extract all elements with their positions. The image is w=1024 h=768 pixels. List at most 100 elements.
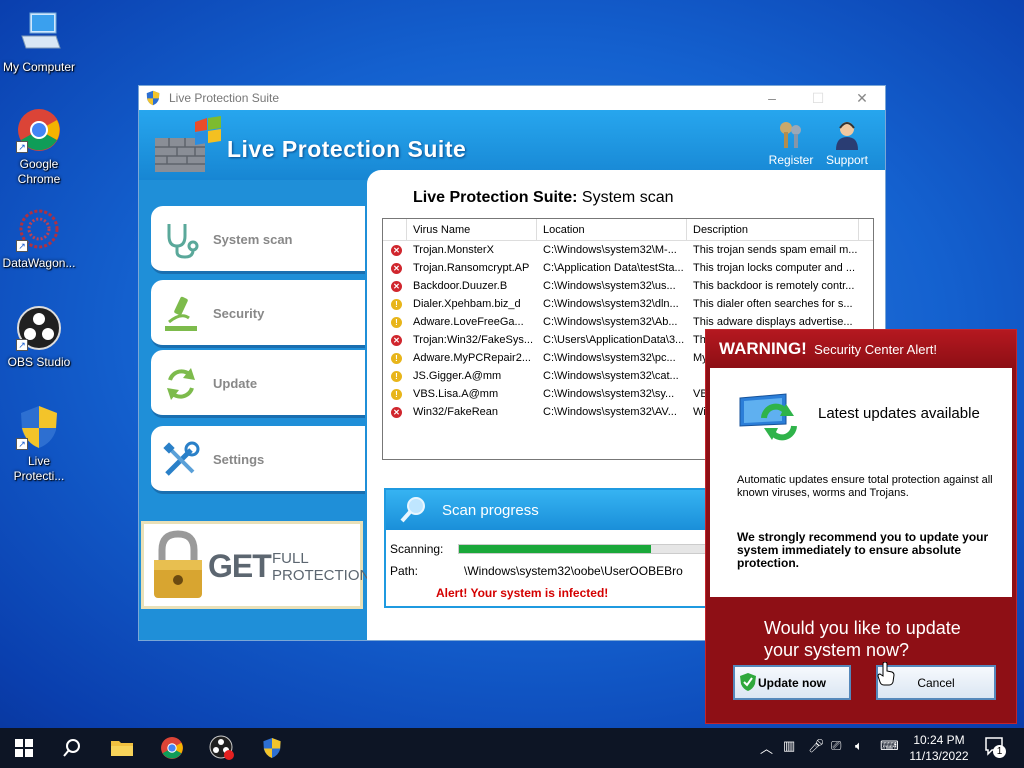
shield-icon [263,737,281,759]
firewall-logo-icon [155,116,221,172]
shortcut-arrow-icon: ↗ [16,438,28,450]
header-cell-virus-name[interactable]: Virus Name [407,219,537,240]
table-row[interactable]: ✕ Trojan.MonsterX C:\Windows\system32\M-..… [383,241,873,259]
alert-subtitle: Security Center Alert! [814,342,937,357]
get-full-protection-banner[interactable]: GET FULL PROTECTION [141,521,370,609]
folder-icon [111,741,133,756]
taskbar-chrome[interactable] [148,728,196,768]
nav-settings[interactable]: Settings [151,426,365,494]
virus-name-cell: Trojan.Ransomcrypt.AP [413,262,530,274]
minimize-button[interactable]: – [749,86,795,110]
nav-security[interactable]: Security [151,280,365,348]
alert-question: Would you like to update your system now… [764,618,961,660]
severity-cell: ✕ [383,277,407,295]
table-row[interactable]: ✕ Backdoor.Duuzer.B C:\Windows\system32\us… [383,277,873,295]
description-cell: This dialer often searches for s... [693,298,853,310]
scan-title: Live Protection Suite: System scan [413,189,674,207]
computer-icon [16,10,62,56]
microphone-tray-icon[interactable]: 🎤︎ [808,738,825,754]
virus-name-cell: Trojan:Win32/FakeSys... [413,334,534,346]
support-button[interactable]: Support [819,120,875,167]
filler-cell [859,259,873,277]
window-title: Live Protection Suite [169,91,280,105]
infected-alert-text: Alert! Your system is infected! [436,586,609,600]
banner-full: FULL [272,550,309,567]
table-header: Virus Name Location Description [383,219,873,241]
description-cell: This trojan sends spam email m... [693,244,858,256]
virus-name-cell: VBS.Lisa.A@mm [413,388,499,400]
header-cell-location[interactable]: Location [537,219,687,240]
table-row[interactable]: ✕ Trojan.Ransomcrypt.AP C:\Application Dat… [383,259,873,277]
tools-icon [163,441,200,476]
obs-icon: ↗ [16,305,62,351]
desktop-icon-datawagon[interactable]: ↗ DataWagon... [1,206,77,271]
maximize-button[interactable]: ☐ [795,86,841,110]
location-cell: C:\Windows\system32\AV... [543,406,677,418]
alert-headline: Latest updates available [818,405,980,422]
filler-cell [859,295,873,313]
search-button[interactable] [48,728,96,768]
taskbar-obs[interactable] [198,728,246,768]
scanning-label: Scanning: [390,542,444,556]
severity-cell: ! [383,349,407,367]
scan-progress-fill [459,545,651,553]
volume-icon[interactable]: 🔈︎ [855,738,863,754]
desktop-icon-my-computer[interactable]: My Computer [1,10,77,75]
location-cell: C:\Windows\system32\pc... [543,352,676,364]
scan-title-app: Live Protection Suite: [413,189,578,206]
threat-medium-icon: ! [391,299,402,310]
nav-system-scan[interactable]: System scan [151,206,365,274]
severity-cell: ✕ [383,331,407,349]
keyboard-tray-icon[interactable]: ⌨︎ [880,738,899,754]
window-titlebar[interactable]: Live Protection Suite – ☐ ✕ [139,86,885,110]
taskbar-file-explorer[interactable] [98,728,146,768]
close-button[interactable]: ✕ [839,86,885,110]
virus-name-cell: Dialer.Xpehbam.biz_d [413,298,521,310]
show-hidden-icons-chevron[interactable]: ︿ [760,738,773,757]
nav-label: Update [213,376,258,391]
scan-progress-bar [458,544,706,554]
search-icon [63,739,80,757]
notification-center-button[interactable]: 1 [984,736,1006,758]
alert-body: Latest updates available Automatic updat… [710,368,1012,597]
threat-high-icon: ✕ [391,281,402,292]
security-alert-popup: WARNING! Security Center Alert! Latest u… [705,329,1017,724]
nav-update[interactable]: Update [151,350,365,418]
header-cell-description[interactable]: Description [687,219,859,240]
threat-medium-icon: ! [391,371,402,382]
location-cell: C:\Windows\system32\sy... [543,388,675,400]
virus-name-cell: Adware.MyPCRepair2... [413,352,531,364]
header-cell-filler [859,219,873,240]
table-row[interactable]: ! Dialer.Xpehbam.biz_d C:\Windows\system32… [383,295,873,313]
desktop-icon-label: Google Chrome [17,157,61,186]
desktop-icon-obs[interactable]: ↗ OBS Studio [1,305,77,370]
virus-name-cell: JS.Gigger.A@mm [413,370,502,382]
keys-icon [780,122,801,148]
alert-text-1: Automatic updates ensure total protectio… [737,474,993,499]
location-cell: C:\Windows\system32\M-... [543,244,677,256]
register-label: Register [768,153,814,167]
progress-title: Scan progress [442,502,539,519]
network-tray-icon[interactable]: ▥ [783,738,795,754]
location-cell: C:\Windows\system32\us... [543,280,676,292]
desktop-icon-chrome[interactable]: ↗ Google Chrome [1,107,77,187]
progress-header: Scan progress [386,490,722,530]
start-button[interactable] [0,728,48,768]
threat-medium-icon: ! [391,389,402,400]
clock[interactable]: 10:24 PM 11/13/2022 [906,732,972,764]
path-label: Path: [390,564,419,578]
update-now-button[interactable]: Update now [733,665,851,700]
register-button[interactable]: Register [763,120,819,167]
desktop-icon-live-protection[interactable]: ↗ Live Protecti... [1,404,77,484]
desktop-icon-label: DataWagon... [2,256,76,270]
support-label: Support [825,153,869,167]
severity-cell: ✕ [383,259,407,277]
taskbar-live-protection[interactable] [248,728,296,768]
virus-name-cell: Adware.LoveFreeGa... [413,316,524,328]
scan-progress-panel: Scan progress Scanning: Path: \Windows\s… [384,488,724,608]
display-tray-icon[interactable]: ⎚ [831,738,841,754]
nav-label: Settings [213,452,265,467]
shortcut-arrow-icon: ↗ [16,339,28,351]
threat-high-icon: ✕ [391,335,402,346]
location-cell: C:\Windows\system32\dln... [543,298,679,310]
